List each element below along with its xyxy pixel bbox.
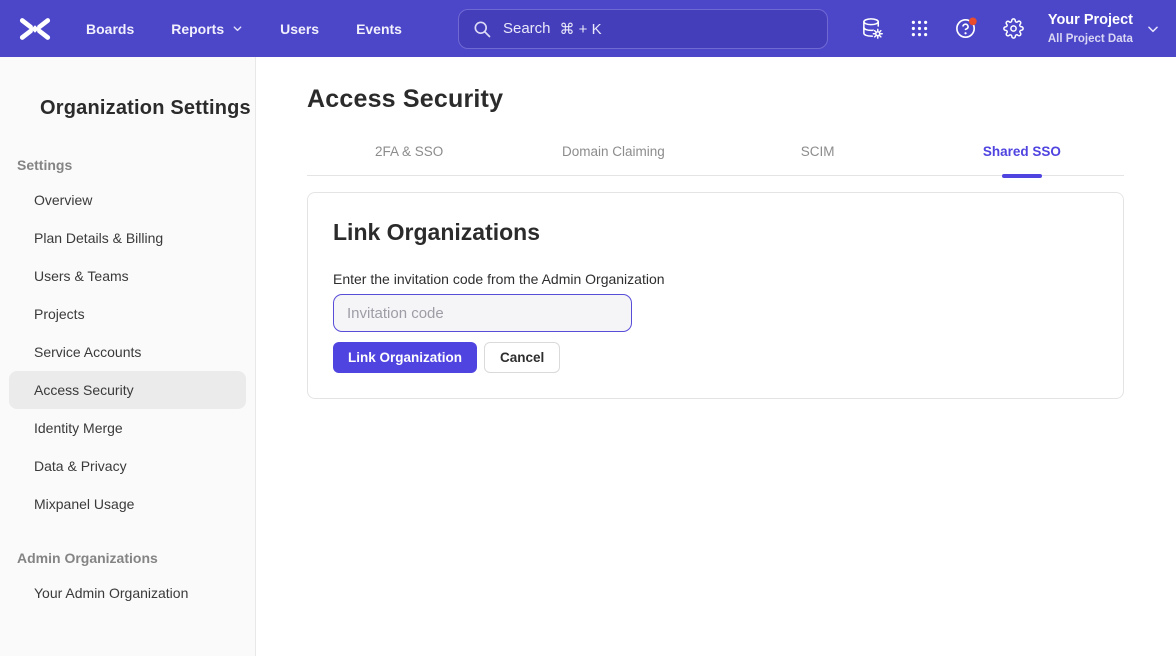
sidebar-item-label: Access Security [34, 382, 134, 398]
sidebar-item-label: Identity Merge [34, 420, 123, 436]
cancel-button[interactable]: Cancel [484, 342, 560, 373]
tab-label: SCIM [801, 144, 835, 159]
chevron-down-icon [232, 23, 243, 34]
sidebar-item-service-accounts[interactable]: Service Accounts [9, 333, 246, 371]
search-icon [472, 19, 492, 39]
header-actions [853, 9, 1034, 49]
search-input[interactable]: Search ⌘ + K [458, 9, 828, 49]
sidebar-item-overview[interactable]: Overview [9, 181, 246, 219]
section-label-settings: Settings [17, 157, 255, 173]
main-content: Access Security 2FA & SSO Domain Claimin… [256, 57, 1176, 656]
settings-nav-list: Overview Plan Details & Billing Users & … [0, 181, 255, 523]
sidebar-item-label: Users & Teams [34, 268, 129, 284]
chevron-down-icon [1146, 22, 1160, 36]
link-organizations-card: Link Organizations Enter the invitation … [307, 192, 1124, 399]
tab-bar: 2FA & SSO Domain Claiming SCIM Shared SS… [307, 136, 1124, 176]
card-actions: Link Organization Cancel [333, 342, 1098, 373]
project-name: Your Project [1048, 12, 1133, 29]
nav-item-events[interactable]: Events [356, 21, 402, 37]
sidebar-title: Organization Settings [0, 97, 255, 120]
help-icon[interactable] [947, 9, 987, 49]
tab-2fa-sso[interactable]: 2FA & SSO [307, 136, 511, 175]
tab-label: Shared SSO [983, 144, 1061, 159]
sidebar-item-mixpanel-usage[interactable]: Mixpanel Usage [9, 485, 246, 523]
page-title: Access Security [307, 85, 1124, 114]
mixpanel-logo-icon[interactable] [16, 12, 54, 46]
tab-label: 2FA & SSO [375, 144, 443, 159]
sidebar-item-label: Projects [34, 306, 85, 322]
top-nav-bar: Boards Reports Users Events Search ⌘ + K [0, 0, 1176, 57]
search-shortcut-hint: ⌘ + K [560, 20, 602, 38]
nav-item-users[interactable]: Users [280, 21, 319, 37]
sidebar-item-access-security[interactable]: Access Security [9, 371, 246, 409]
sidebar-item-label: Plan Details & Billing [34, 230, 163, 246]
sidebar-item-users-teams[interactable]: Users & Teams [9, 257, 246, 295]
admin-org-nav-list: Your Admin Organization [0, 574, 255, 612]
section-label-admin-organizations: Admin Organizations [17, 550, 255, 566]
nav-label: Reports [171, 21, 224, 37]
apps-grid-icon[interactable] [900, 9, 940, 49]
search-placeholder: Search [503, 20, 551, 37]
project-text: Your Project All Project Data [1048, 12, 1133, 46]
sidebar-item-label: Your Admin Organization [34, 585, 188, 601]
sidebar-item-plan-details-billing[interactable]: Plan Details & Billing [9, 219, 246, 257]
project-subtitle: All Project Data [1048, 32, 1133, 46]
tab-label: Domain Claiming [562, 144, 665, 159]
nav-label: Boards [86, 21, 134, 37]
sidebar-item-data-privacy[interactable]: Data & Privacy [9, 447, 246, 485]
link-organization-button[interactable]: Link Organization [333, 342, 477, 373]
card-title: Link Organizations [333, 219, 1098, 246]
project-selector[interactable]: Your Project All Project Data [1048, 12, 1160, 46]
sidebar: Organization Settings Settings Overview … [0, 57, 256, 656]
data-management-icon[interactable] [853, 9, 893, 49]
invitation-code-input[interactable] [333, 294, 632, 332]
sidebar-item-projects[interactable]: Projects [9, 295, 246, 333]
sidebar-item-label: Overview [34, 192, 92, 208]
settings-gear-icon[interactable] [994, 9, 1034, 49]
tab-shared-sso[interactable]: Shared SSO [920, 136, 1124, 175]
tab-scim[interactable]: SCIM [716, 136, 920, 175]
tab-domain-claiming[interactable]: Domain Claiming [511, 136, 715, 175]
nav-label: Users [280, 21, 319, 37]
sidebar-item-label: Service Accounts [34, 344, 141, 360]
invitation-code-label: Enter the invitation code from the Admin… [333, 271, 1098, 287]
sidebar-item-identity-merge[interactable]: Identity Merge [9, 409, 246, 447]
nav-item-boards[interactable]: Boards [86, 21, 134, 37]
notification-dot [969, 18, 977, 26]
sidebar-item-label: Mixpanel Usage [34, 496, 134, 512]
sidebar-item-your-admin-organization[interactable]: Your Admin Organization [9, 574, 246, 612]
sidebar-item-label: Data & Privacy [34, 458, 127, 474]
nav-item-reports[interactable]: Reports [171, 21, 243, 37]
primary-nav: Boards Reports Users Events [86, 21, 402, 37]
nav-label: Events [356, 21, 402, 37]
